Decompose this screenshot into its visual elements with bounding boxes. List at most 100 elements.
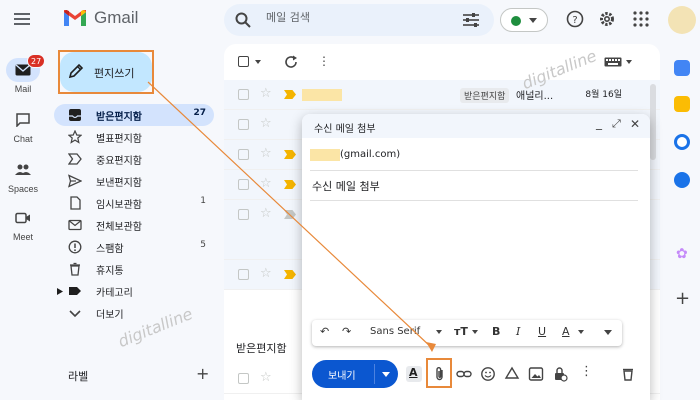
add-label-icon[interactable]: +: [196, 364, 209, 383]
send-label: 보내기: [328, 371, 356, 382]
star-icon[interactable]: ☆: [260, 206, 272, 221]
row-checkbox[interactable]: [238, 179, 249, 190]
insert-photo-icon[interactable]: [528, 366, 544, 382]
send-button[interactable]: 보내기: [312, 360, 398, 388]
nav-item-categories[interactable]: 카테고리: [54, 280, 214, 302]
rail-item-spaces[interactable]: Spaces: [0, 158, 46, 194]
insert-link-icon[interactable]: [456, 366, 472, 382]
refresh-icon[interactable]: [284, 55, 298, 69]
formatting-options-icon[interactable]: A: [406, 366, 422, 382]
emoji-icon[interactable]: [480, 366, 496, 382]
text-color-icon[interactable]: A: [562, 325, 570, 338]
compose-button[interactable]: 편지쓰기: [60, 52, 152, 92]
rail-item-mail[interactable]: 27 Mail: [0, 54, 46, 94]
search-icon[interactable]: [234, 11, 252, 29]
row-checkbox[interactable]: [238, 119, 249, 130]
nav-label-categories: 카테고리: [96, 288, 133, 299]
italic-icon[interactable]: I: [516, 325, 520, 338]
input-tools-keyboard-icon[interactable]: [604, 57, 622, 67]
search-options-icon[interactable]: [462, 12, 480, 28]
addon-icon[interactable]: ✿: [676, 246, 688, 262]
redo-icon[interactable]: ↷: [342, 325, 351, 338]
attach-file-icon[interactable]: [432, 366, 448, 382]
settings-gear-icon[interactable]: [598, 10, 616, 28]
row-checkbox[interactable]: [238, 373, 249, 384]
gmail-logo[interactable]: Gmail: [62, 8, 138, 28]
star-icon[interactable]: ☆: [260, 266, 272, 281]
keep-icon[interactable]: [674, 96, 690, 112]
undo-icon[interactable]: ↶: [320, 325, 329, 338]
add-addon-icon[interactable]: +: [675, 288, 690, 309]
star-icon[interactable]: ☆: [260, 116, 272, 131]
important-marker-icon[interactable]: [284, 150, 296, 159]
compose-header[interactable]: 수신 메일 첨부 _ ⤢ ✕: [302, 114, 650, 138]
close-icon[interactable]: ✕: [630, 117, 640, 131]
people-icon: [15, 164, 31, 175]
calendar-icon[interactable]: [674, 60, 690, 76]
apps-grid-icon[interactable]: [632, 10, 650, 28]
nav-item-sent[interactable]: 보낸편지함: [54, 170, 214, 192]
rail-item-meet[interactable]: Meet: [0, 206, 46, 242]
search-bar[interactable]: [224, 4, 494, 36]
google-drive-icon[interactable]: [504, 366, 520, 382]
font-size-icon[interactable]: тT: [454, 325, 468, 338]
recipient-field[interactable]: (gmail.com): [340, 149, 400, 160]
nav-item-inbox[interactable]: 받은편지함 27: [54, 104, 214, 126]
row-checkbox[interactable]: [238, 269, 249, 280]
row-checkbox[interactable]: [238, 89, 249, 100]
confidential-mode-icon[interactable]: [552, 366, 568, 382]
section-heading-inbox: 받은편지함: [236, 342, 287, 355]
nav-item-spam[interactable]: 스팸함 5: [54, 236, 214, 258]
main-menu-icon[interactable]: [12, 10, 32, 30]
chevron-down-icon[interactable]: [472, 330, 478, 334]
input-tools-caret-icon[interactable]: [626, 60, 632, 64]
select-all-checkbox[interactable]: [238, 56, 249, 67]
compose-label: 편지쓰기: [94, 67, 135, 80]
star-icon[interactable]: ☆: [260, 370, 272, 385]
help-icon[interactable]: ?: [566, 10, 584, 28]
nav-item-drafts[interactable]: 임시보관함 1: [54, 192, 214, 214]
rail-label-mail: Mail: [14, 84, 32, 94]
more-options-icon[interactable]: ⋮: [318, 54, 330, 68]
contacts-icon[interactable]: [674, 172, 690, 188]
nav-item-trash[interactable]: 휴지통: [54, 258, 214, 280]
rail-label-meet: Meet: [12, 232, 33, 242]
nav-item-all-mail[interactable]: 전체보관함: [54, 214, 214, 236]
minimize-icon[interactable]: _: [596, 116, 602, 130]
nav-item-important[interactable]: 중요편지함: [54, 148, 214, 170]
status-selector[interactable]: [500, 8, 548, 32]
nav-item-starred[interactable]: 별표편지함: [54, 126, 214, 148]
chevron-down-icon[interactable]: [436, 330, 442, 334]
chevron-down-icon[interactable]: [578, 330, 584, 334]
important-marker-icon[interactable]: [284, 180, 296, 189]
list-scrollbar[interactable]: [650, 84, 656, 160]
send-options-icon[interactable]: [382, 372, 390, 377]
row-checkbox[interactable]: [238, 149, 249, 160]
table-row[interactable]: ☆ 받은편지함 애널리... 8월 16일: [224, 80, 660, 110]
subject-field[interactable]: 수신 메일 첨부: [312, 178, 380, 194]
important-marker-icon[interactable]: [284, 90, 296, 99]
underline-icon[interactable]: U: [538, 325, 546, 338]
star-icon[interactable]: ☆: [260, 146, 272, 161]
expand-icon[interactable]: ⤢: [612, 117, 621, 131]
not-important-marker-icon[interactable]: [284, 210, 296, 219]
rail-item-chat[interactable]: Chat: [0, 108, 46, 144]
important-icon: [68, 153, 82, 165]
account-avatar[interactable]: [668, 6, 696, 34]
important-marker-icon[interactable]: [284, 270, 296, 279]
search-input[interactable]: [266, 11, 436, 24]
star-icon[interactable]: ☆: [260, 176, 272, 191]
rail-mail-pill: 27: [6, 54, 46, 82]
font-family-select[interactable]: Sans Serif: [370, 326, 420, 337]
row-checkbox[interactable]: [238, 209, 249, 220]
rail-label-spaces: Spaces: [7, 184, 39, 194]
discard-draft-icon[interactable]: [620, 366, 636, 382]
tasks-icon[interactable]: [674, 134, 690, 150]
nav-label-more: 더보기: [96, 310, 124, 321]
bold-icon[interactable]: B: [492, 325, 500, 338]
expand-arrow-icon[interactable]: [57, 288, 63, 295]
more-options-icon[interactable]: ⋮: [580, 364, 596, 380]
star-icon[interactable]: ☆: [260, 86, 272, 101]
more-formatting-icon[interactable]: [604, 330, 612, 335]
select-menu-icon[interactable]: [255, 60, 261, 64]
